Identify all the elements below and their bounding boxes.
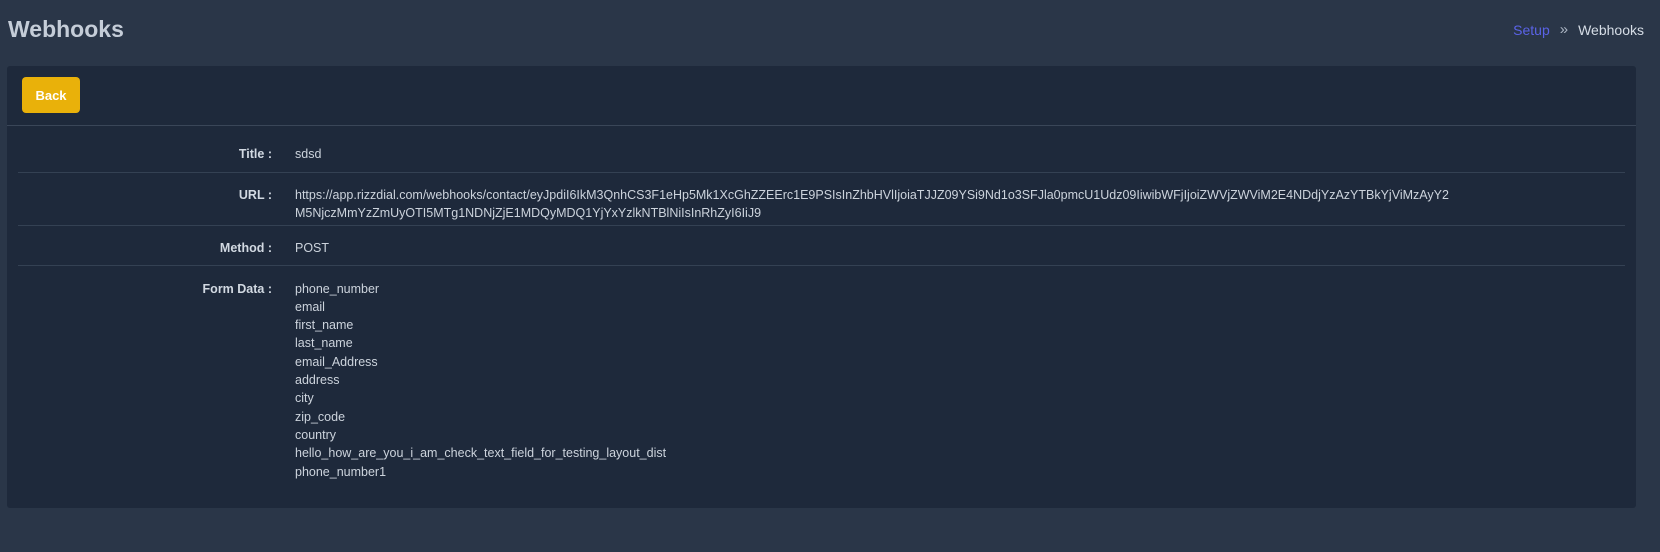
form-field-item: phone_number1 (295, 464, 387, 479)
url-value: https://app.rizzdial.com/webhooks/contac… (282, 186, 1452, 223)
detail-row-url: URL : https://app.rizzdial.com/webhooks/… (18, 173, 1625, 226)
detail-row-method: Method : POST (18, 226, 1625, 266)
page-header: Webhooks Setup » Webhooks (8, 0, 1644, 62)
breadcrumb-link-setup[interactable]: Setup (1513, 22, 1550, 38)
breadcrumb: Setup » Webhooks (1513, 21, 1644, 38)
form-field-item: address (295, 373, 340, 388)
form-field-item: zip_code (295, 409, 346, 424)
breadcrumb-separator-icon: » (1559, 21, 1569, 38)
title-label: Title : (238, 147, 272, 161)
detail-row-form-data: Form Data : phone_number email first_nam… (18, 266, 1625, 491)
breadcrumb-current: Webhooks (1578, 21, 1644, 38)
form-field-item: email_Address (295, 354, 378, 369)
webhook-details-card: Back Title : sdsd URL : https://app.rizz… (7, 66, 1636, 508)
title-value: sdsd (295, 147, 322, 161)
form-field-item: first_name (295, 318, 354, 333)
detail-row-title: Title : sdsd (18, 126, 1625, 173)
details-list: Title : sdsd URL : https://app.rizzdial.… (7, 126, 1636, 491)
page-title: Webhooks (8, 16, 124, 42)
back-button[interactable]: Back (22, 77, 80, 113)
form-data-label: Form Data : (202, 281, 272, 296)
form-field-item: last_name (295, 336, 353, 351)
url-line: M5NjczMmYzZmUyOTI5MTg1NDNjZjE1MDQyMDQ1Yj… (295, 206, 762, 221)
form-field-item: country (295, 427, 336, 442)
url-line: https://app.rizzdial.com/webhooks/contac… (295, 188, 1449, 202)
method-value: POST (295, 240, 330, 255)
form-field-item: email (295, 299, 325, 314)
form-field-item: hello_how_are_you_i_am_check_text_field_… (295, 446, 667, 461)
form-field-item: city (295, 391, 314, 406)
form-field-item: phone_number (295, 281, 380, 296)
form-data-list: phone_number email first_name last_name … (282, 280, 1452, 481)
url-label: URL : (238, 188, 272, 202)
method-label: Method : (219, 240, 272, 255)
card-toolbar: Back (7, 66, 1636, 126)
